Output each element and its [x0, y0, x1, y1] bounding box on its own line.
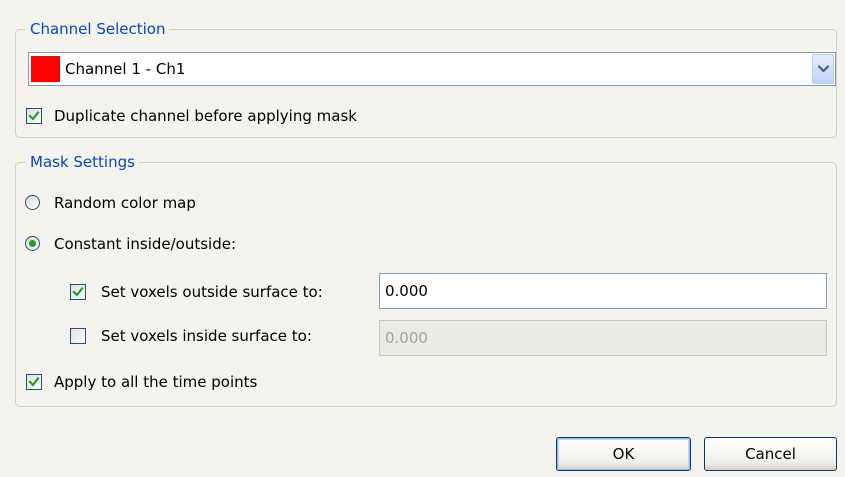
checkmark-icon	[28, 376, 40, 387]
duplicate-channel-checkbox[interactable]	[26, 108, 42, 124]
channel-select[interactable]: Channel 1 - Ch1	[28, 52, 836, 86]
chevron-down-icon	[817, 65, 829, 73]
cancel-button[interactable]: Cancel	[704, 437, 837, 471]
inside-surface-checkbox[interactable]	[70, 328, 86, 344]
inside-surface-label: Set voxels inside surface to:	[101, 327, 312, 345]
checkmark-icon	[28, 110, 40, 121]
outside-surface-label: Set voxels outside surface to:	[101, 283, 323, 301]
apply-all-time-points-checkbox[interactable]	[26, 374, 42, 390]
outside-surface-checkbox[interactable]	[70, 284, 86, 300]
dropdown-button[interactable]	[812, 54, 834, 84]
channel-selection-legend: Channel Selection	[26, 19, 170, 39]
random-color-map-label: Random color map	[54, 194, 196, 212]
random-color-map-radio[interactable]	[25, 195, 40, 210]
outside-surface-value-input[interactable]: 0.000	[379, 273, 827, 309]
channel-color-swatch	[31, 56, 60, 82]
duplicate-channel-label: Duplicate channel before applying mask	[54, 107, 357, 125]
channel-select-value: Channel 1 - Ch1	[65, 60, 186, 78]
apply-all-time-points-label: Apply to all the time points	[54, 373, 258, 391]
radio-selected-dot	[29, 240, 36, 247]
constant-inside-outside-radio[interactable]	[25, 236, 40, 251]
checkmark-icon	[72, 286, 84, 297]
ok-button[interactable]: OK	[556, 437, 691, 471]
constant-inside-outside-label: Constant inside/outside:	[54, 235, 237, 253]
inside-surface-value-input[interactable]: 0.000	[379, 320, 827, 356]
mask-settings-legend: Mask Settings	[26, 152, 139, 172]
